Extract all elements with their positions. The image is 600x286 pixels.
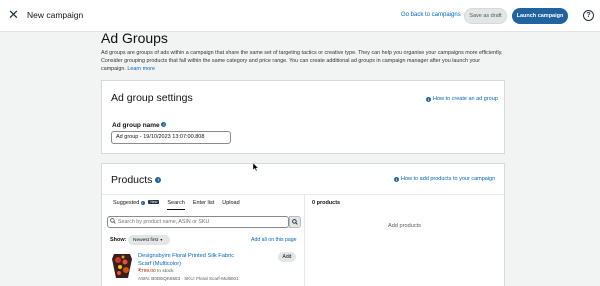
ad-group-name-input[interactable]: Ad group - 19/10/2023 13:07:00.808 — [111, 131, 231, 144]
intro-paragraph: Ad groups are groups of ads within a cam… — [101, 50, 503, 72]
app-title: New campaign — [27, 10, 84, 20]
tab-suggested[interactable]: Suggested i New — [113, 200, 160, 210]
ad-group-name-label-text: Ad group name — [112, 122, 160, 129]
sort-select[interactable]: Newest first ▾ — [128, 235, 170, 245]
product-search-box — [107, 216, 289, 228]
info-icon[interactable]: i — [155, 177, 162, 183]
divider — [102, 194, 504, 195]
save-draft-button[interactable]: Save as draft — [464, 8, 507, 24]
help-icon[interactable]: ? — [583, 10, 594, 21]
top-bar: ✕ New campaign Go back to campaigns Save… — [0, 0, 600, 32]
close-icon[interactable]: ✕ — [8, 8, 20, 21]
product-count: 0 products — [312, 200, 341, 206]
cursor-icon — [252, 159, 259, 177]
info-icon: i — [394, 176, 399, 182]
empty-state-text: Add products — [388, 223, 421, 229]
info-icon: i — [140, 201, 145, 205]
new-badge: New — [148, 200, 160, 204]
ad-group-name-label: Ad group name i — [112, 122, 167, 129]
tab-suggested-label: Suggested — [113, 200, 140, 206]
intro-text: Ad groups are groups of ads within a cam… — [101, 49, 503, 73]
product-price: ₹799.00 — [138, 269, 156, 274]
learn-more-link[interactable]: Learn more — [127, 66, 155, 72]
tab-search[interactable]: Search — [167, 200, 186, 210]
page-title: Ad Groups — [101, 30, 168, 46]
ad-group-settings-card: Ad group settings i How to create an ad … — [101, 80, 505, 154]
search-icon — [292, 219, 298, 225]
info-icon: i — [426, 96, 431, 102]
create-ad-group-help-link[interactable]: i How to create an ad group — [426, 96, 498, 102]
tab-upload[interactable]: Upload — [222, 200, 239, 210]
sort-value: Newest first — [133, 238, 159, 243]
create-ad-group-help-label: How to create an ad group — [433, 96, 498, 102]
product-meta: ASIN: B0DEQK8583 · SKU: Floral Scarf-Mul… — [138, 276, 239, 281]
info-icon[interactable]: i — [161, 122, 167, 127]
product-stock: In stock — [157, 269, 174, 274]
chevron-down-icon: ▾ — [160, 237, 163, 242]
add-product-button[interactable]: Add — [278, 252, 296, 262]
products-card: Products i i How to add products to your… — [101, 163, 505, 286]
launch-campaign-button[interactable]: Launch campaign — [512, 8, 568, 24]
show-label: Show: — [110, 237, 127, 243]
search-submit-button[interactable] — [289, 216, 301, 228]
product-tabs: Suggested i New Search Enter list Upload — [113, 200, 240, 210]
product-title-link[interactable]: Designsbyim Floral Printed Silk Fabric S… — [138, 253, 248, 268]
add-products-help-link[interactable]: i How to add products to your campaign — [394, 176, 495, 182]
add-products-help-label: How to add products to your campaign — [401, 176, 496, 182]
products-title: Products i — [111, 174, 162, 186]
settings-title: Ad group settings — [111, 92, 193, 104]
search-icon — [108, 218, 118, 226]
back-to-campaigns-link[interactable]: Go back to campaigns — [401, 12, 461, 18]
product-search-input[interactable] — [118, 219, 286, 225]
products-title-text: Products — [111, 174, 153, 186]
divider — [304, 195, 305, 286]
add-all-link[interactable]: Add all on this page — [251, 237, 297, 243]
product-thumbnail — [111, 253, 133, 279]
tab-enter-list[interactable]: Enter list — [193, 200, 214, 210]
